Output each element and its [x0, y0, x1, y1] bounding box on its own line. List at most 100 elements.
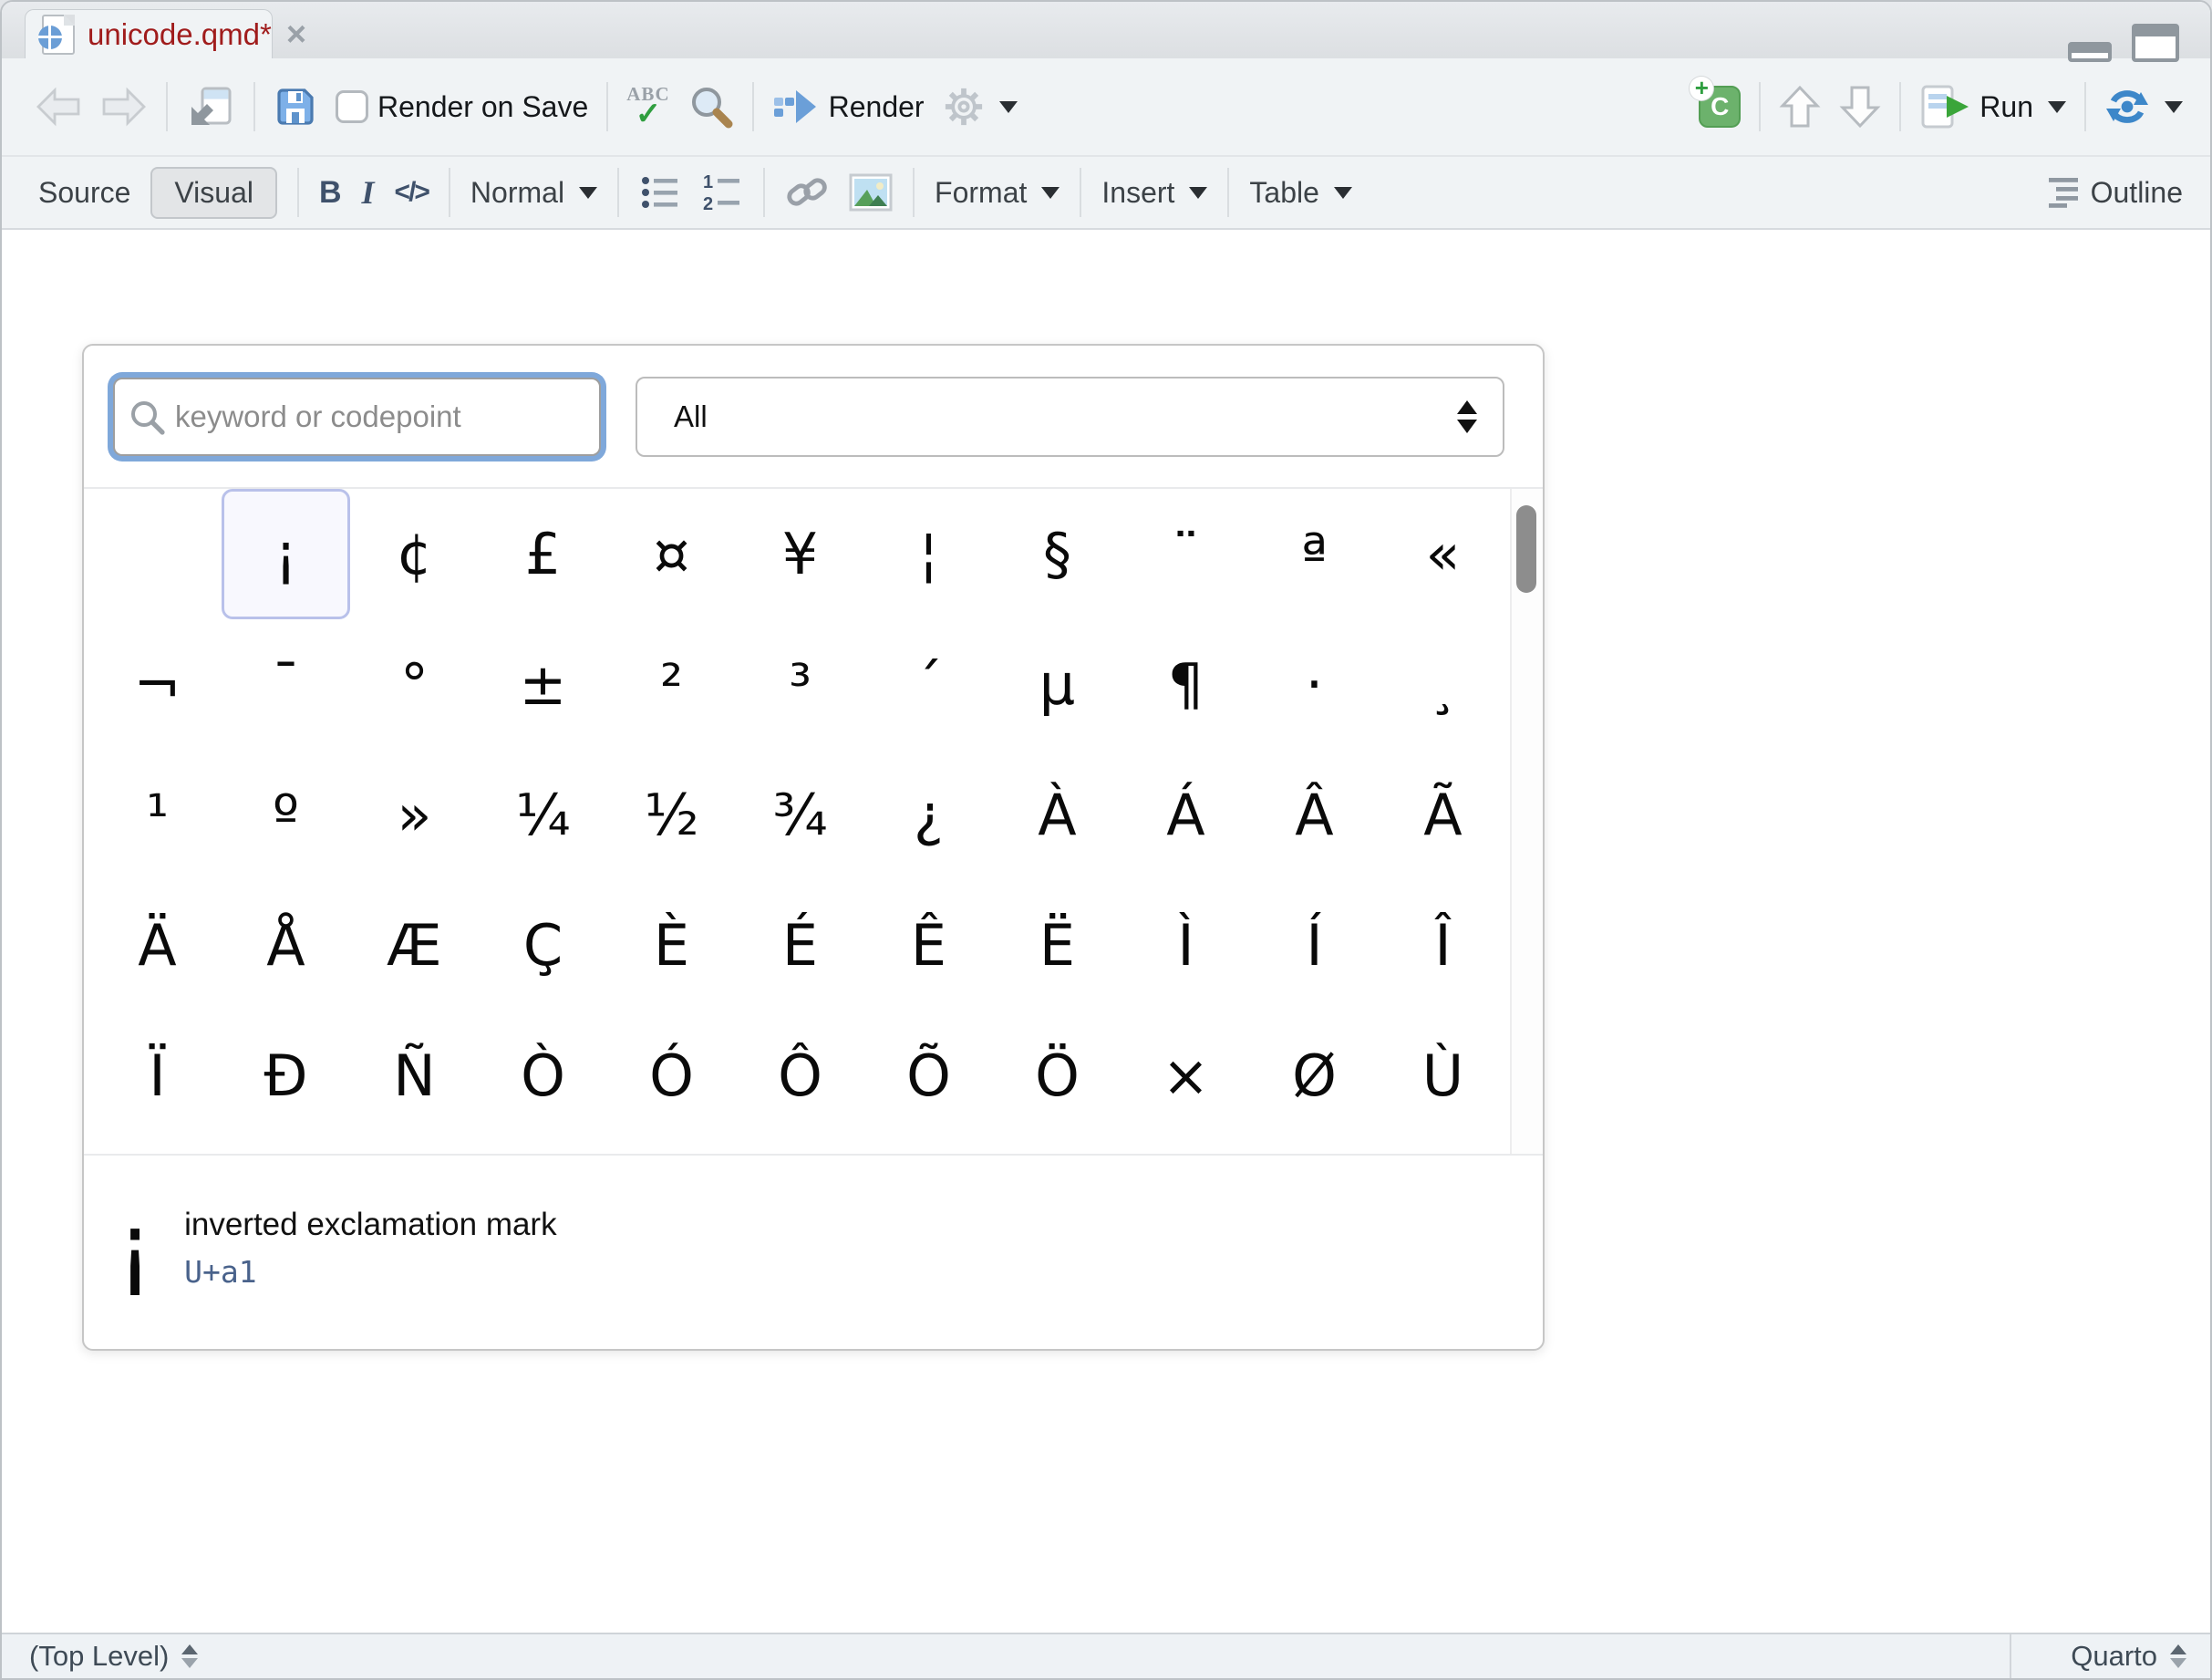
char-cell[interactable]: Ø — [1250, 1011, 1379, 1141]
char-cell[interactable]: À — [993, 750, 1122, 880]
char-cell[interactable]: Æ — [350, 880, 479, 1011]
save-button[interactable] — [274, 85, 317, 129]
category-filter-select[interactable]: All — [636, 377, 1504, 457]
insert-chunk-button[interactable]: C+ — [1699, 86, 1741, 128]
numbered-list-button[interactable]: 1 2 — [701, 171, 743, 213]
char-cell[interactable]: Ð — [222, 1011, 350, 1141]
open-in-new-window-button[interactable] — [186, 83, 235, 130]
char-cell[interactable]: Ë — [993, 880, 1122, 1011]
outline-toggle-button[interactable]: Outline — [2045, 176, 2183, 210]
go-to-previous-section-button[interactable] — [1779, 84, 1821, 130]
char-cell[interactable]: Ó — [607, 1011, 736, 1141]
char-cell[interactable]: ¬ — [93, 619, 222, 750]
spellcheck-button[interactable]: ABC ✓ — [626, 85, 669, 130]
insert-image-button[interactable] — [849, 173, 893, 212]
char-cell[interactable]: ª — [1250, 489, 1379, 619]
char-cell[interactable]: ¨ — [1122, 489, 1250, 619]
char-cell[interactable]: ¿ — [864, 750, 993, 880]
find-replace-button[interactable] — [688, 84, 734, 130]
render-on-save-checkbox[interactable] — [336, 90, 368, 123]
scope-selector[interactable]: (Top Level) — [2, 1634, 2010, 1678]
char-cell[interactable]: ³ — [736, 619, 864, 750]
editor-tab[interactable]: unicode.qmd* × — [25, 9, 273, 58]
grid-scrollbar[interactable] — [1510, 489, 1543, 1154]
char-cell[interactable]: ¼ — [479, 750, 607, 880]
char-cell[interactable]: Ò — [479, 1011, 607, 1141]
go-to-next-section-button[interactable] — [1839, 84, 1881, 130]
char-cell[interactable]: ¹ — [93, 750, 222, 880]
char-cell[interactable]: ° — [350, 619, 479, 750]
char-cell[interactable]: Í — [1250, 880, 1379, 1011]
char-cell[interactable]: ¥ — [736, 489, 864, 619]
char-cell[interactable]: ¢ — [350, 489, 479, 619]
char-cell[interactable]: Ñ — [350, 1011, 479, 1141]
search-input[interactable] — [113, 378, 601, 456]
code-button[interactable]: </> — [395, 177, 429, 208]
char-cell[interactable]: £ — [479, 489, 607, 619]
italic-button[interactable]: I — [362, 173, 375, 212]
insert-link-button[interactable] — [785, 171, 829, 213]
preview-character-name: inverted exclamation mark — [184, 1207, 557, 1243]
run-button[interactable]: Run — [1919, 83, 2066, 130]
run-label: Run — [1979, 90, 2033, 124]
char-cell[interactable]: Ô — [736, 1011, 864, 1141]
bullet-list-button[interactable] — [639, 171, 681, 213]
minimize-icon[interactable] — [2068, 42, 2112, 62]
char-cell[interactable]: Ç — [479, 880, 607, 1011]
char-cell[interactable]: ¡ — [222, 489, 350, 619]
visual-mode-button[interactable]: Visual — [150, 167, 277, 219]
char-cell[interactable]: Ù — [1379, 1011, 1507, 1141]
char-cell[interactable]: ¦ — [864, 489, 993, 619]
char-cell[interactable]: Õ — [864, 1011, 993, 1141]
document-format-selector[interactable]: Quarto — [2010, 1634, 2210, 1678]
char-cell[interactable]: Á — [1122, 750, 1250, 880]
char-cell[interactable]: « — [1379, 489, 1507, 619]
char-cell[interactable]: ² — [607, 619, 736, 750]
tab-close-icon[interactable]: × — [286, 21, 306, 48]
char-cell[interactable]: Ö — [993, 1011, 1122, 1141]
char-cell[interactable]: Î — [1379, 880, 1507, 1011]
char-cell[interactable]: ¶ — [1122, 619, 1250, 750]
char-cell[interactable]: Ä — [93, 880, 222, 1011]
gear-icon — [943, 86, 985, 128]
render-options-button[interactable] — [943, 86, 1018, 128]
table-menu[interactable]: Table — [1249, 176, 1352, 210]
char-cell[interactable]: · — [1250, 619, 1379, 750]
char-cell[interactable]: × — [1122, 1011, 1250, 1141]
char-cell[interactable]: Å — [222, 880, 350, 1011]
insert-menu[interactable]: Insert — [1101, 176, 1207, 210]
status-bar: (Top Level) Quarto — [2, 1633, 2210, 1678]
editor-canvas[interactable]: All ¡¢£¤¥¦§¨ª« ¬¯°±²³´µ¶·¸ ¹º»¼½¾¿ÀÁÂÃ ÄÅÆÇ… — [2, 230, 2210, 1633]
char-cell[interactable]: ¤ — [607, 489, 736, 619]
forward-arrow-icon — [100, 87, 148, 127]
char-cell[interactable]: § — [993, 489, 1122, 619]
paragraph-style-dropdown[interactable]: Normal — [470, 176, 597, 210]
char-cell[interactable]: Ã — [1379, 750, 1507, 880]
char-cell[interactable]: ¯ — [222, 619, 350, 750]
char-cell[interactable]: Ì — [1122, 880, 1250, 1011]
char-cell[interactable]: É — [736, 880, 864, 1011]
maximize-icon[interactable] — [2132, 24, 2179, 62]
render-on-save-toggle[interactable]: Render on Save — [336, 90, 588, 124]
char-cell[interactable]: ± — [479, 619, 607, 750]
char-cell[interactable]: Â — [1250, 750, 1379, 880]
char-cell[interactable]: ½ — [607, 750, 736, 880]
grid-scrollbar-thumb[interactable] — [1516, 505, 1536, 593]
format-menu[interactable]: Format — [935, 176, 1059, 210]
char-cell[interactable]: Ê — [864, 880, 993, 1011]
render-button[interactable]: Render — [772, 87, 925, 127]
source-mode-button[interactable]: Source — [38, 176, 130, 210]
char-cell[interactable]: ´ — [864, 619, 993, 750]
char-cell[interactable]: ¸ — [1379, 619, 1507, 750]
rerun-button[interactable] — [2104, 87, 2183, 127]
char-cell[interactable]: º — [222, 750, 350, 880]
char-cell[interactable]: È — [607, 880, 736, 1011]
char-cell[interactable]: µ — [993, 619, 1122, 750]
char-cell[interactable]: Ï — [93, 1011, 222, 1141]
back-button[interactable] — [35, 87, 82, 127]
char-cell[interactable] — [93, 489, 222, 619]
forward-button[interactable] — [100, 87, 148, 127]
bold-button[interactable]: B — [319, 175, 342, 211]
char-cell[interactable]: ¾ — [736, 750, 864, 880]
char-cell[interactable]: » — [350, 750, 479, 880]
